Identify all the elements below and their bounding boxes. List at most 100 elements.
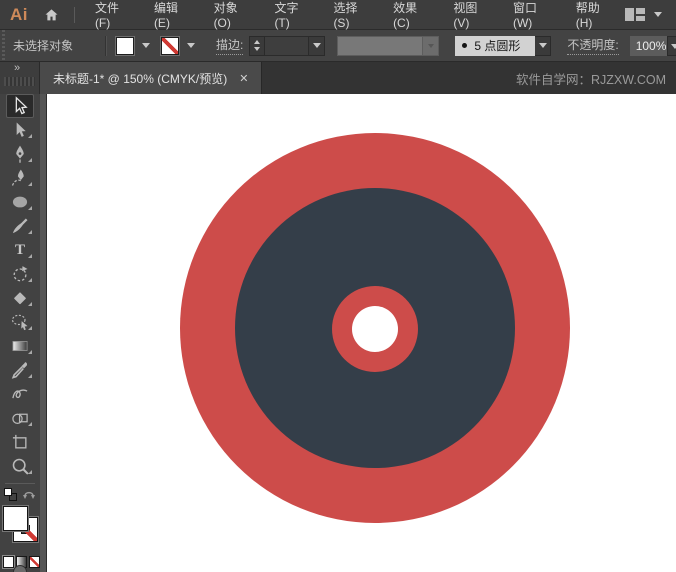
none-button[interactable]: [29, 556, 40, 568]
toolbar-dock-header: »: [0, 62, 40, 94]
width-profile-combo: [337, 36, 439, 56]
chevron-down-icon: [671, 44, 676, 49]
center-white-circle[interactable]: [352, 306, 398, 352]
fill-swatch[interactable]: [116, 37, 134, 55]
stroke-panel-link[interactable]: 描边:: [216, 36, 243, 55]
ellipse-icon: [9, 192, 31, 212]
stepper-down-icon: [254, 47, 260, 51]
fill-stroke-indicator: [0, 504, 40, 552]
lasso-icon: [9, 312, 31, 332]
workspace-icon: [625, 8, 645, 21]
zoom-magnifier-icon: [10, 456, 31, 477]
type-tool[interactable]: T: [0, 238, 40, 262]
control-bar: 未选择对象 描边: 5 点圆形 不透明度: 100%: [0, 30, 676, 62]
chevron-down-icon: [539, 43, 547, 48]
lasso-tool[interactable]: [0, 310, 40, 334]
brush-definition-combo[interactable]: 5 点圆形: [455, 36, 551, 56]
document-tab[interactable]: 未标题-1* @ 150% (CMYK/预览) ✕: [40, 62, 262, 94]
fill-color-swatch[interactable]: [3, 506, 28, 531]
shaper-icon: [9, 384, 31, 404]
menu-type[interactable]: 文字(T): [263, 0, 322, 30]
fill-dropdown-button[interactable]: [138, 37, 153, 55]
app-logo: Ai: [10, 5, 28, 25]
opacity-field[interactable]: 100%: [630, 36, 672, 56]
eraser-tool[interactable]: [0, 286, 40, 310]
width-profile-field: [337, 36, 423, 56]
panel-drag-handle[interactable]: [4, 77, 35, 86]
home-icon: [43, 7, 60, 23]
watermark-text: 软件自学网：RJZXW.COM: [516, 62, 666, 94]
menu-bar: Ai 文件(F) 编辑(E) 对象(O) 文字(T) 选择(S) 效果(C) 视…: [0, 0, 676, 30]
shape-builder-tool[interactable]: [0, 406, 40, 430]
menu-effect[interactable]: 效果(C): [382, 0, 442, 30]
eyedropper-tool[interactable]: [0, 358, 40, 382]
curvature-tool[interactable]: [0, 166, 40, 190]
brush-definition-field[interactable]: 5 点圆形: [455, 36, 535, 56]
stroke-weight-field[interactable]: [265, 36, 309, 56]
stroke-weight-dropdown[interactable]: [309, 36, 325, 56]
toolbar: T: [0, 94, 40, 572]
menu-select[interactable]: 选择(S): [322, 0, 382, 30]
menu-window[interactable]: 窗口(W): [502, 0, 565, 30]
menu-edit[interactable]: 编辑(E): [143, 0, 203, 30]
menu-object[interactable]: 对象(O): [203, 0, 264, 30]
default-fill-stroke-button[interactable]: [4, 488, 18, 502]
eraser-icon: [10, 288, 30, 308]
document-tab-title: 未标题-1* @ 150% (CMYK/预览): [53, 70, 227, 87]
home-button[interactable]: [43, 7, 60, 23]
fill-color-combo[interactable]: [116, 37, 153, 55]
brush-preview-dot-icon: [462, 43, 467, 48]
drawing-modes-button[interactable]: [13, 565, 27, 572]
fill-stroke-controls: [0, 487, 40, 504]
divider: [105, 36, 106, 56]
brush-definition-value: 5 点圆形: [474, 37, 520, 54]
paintbrush-tool[interactable]: [0, 214, 40, 238]
chevron-down-icon: [142, 43, 150, 48]
collapse-panel-button[interactable]: »: [14, 62, 19, 74]
artboard-icon: [10, 432, 30, 452]
direct-selection-arrow-icon: [10, 120, 30, 140]
selection-arrow-icon: [9, 95, 31, 117]
color-button[interactable]: [3, 556, 14, 568]
pen-tool[interactable]: [0, 142, 40, 166]
shape-builder-icon: [9, 408, 31, 428]
direct-selection-tool[interactable]: [0, 118, 40, 142]
stroke-color-combo[interactable]: [161, 37, 198, 55]
stroke-dropdown-button[interactable]: [183, 37, 198, 55]
tab-bar: » 未标题-1* @ 150% (CMYK/预览) ✕ 软件自学网：RJZXW.…: [0, 62, 676, 94]
zoom-tool[interactable]: [0, 454, 40, 478]
chevron-down-icon: [313, 43, 321, 48]
opacity-dropdown-button[interactable]: [667, 36, 676, 56]
paintbrush-icon: [10, 216, 30, 236]
rotate-tool[interactable]: [0, 262, 40, 286]
artboard-tool[interactable]: [0, 430, 40, 454]
rotate-icon: [10, 264, 30, 284]
gradient-icon: [9, 336, 31, 356]
menu-view[interactable]: 视图(V): [442, 0, 502, 30]
toolbar-divider: [5, 483, 35, 484]
selection-tool[interactable]: [0, 94, 40, 118]
chevron-down-icon: [187, 43, 195, 48]
chevron-down-icon: [654, 12, 662, 17]
width-profile-dropdown: [423, 36, 439, 56]
panel-grip[interactable]: [0, 30, 7, 61]
stroke-swatch-none[interactable]: [161, 37, 179, 55]
pen-icon: [10, 144, 30, 164]
menu-help[interactable]: 帮助(H): [565, 0, 625, 30]
artwork-circles: [180, 133, 570, 523]
workspace-switcher[interactable]: [625, 8, 662, 21]
gradient-tool[interactable]: [0, 334, 40, 358]
stroke-weight-stepper[interactable]: [249, 36, 265, 56]
ellipse-tool[interactable]: [0, 190, 40, 214]
swap-arrows-icon: [22, 489, 36, 501]
selection-status: 未选择对象: [13, 37, 95, 54]
menu-separator: [74, 7, 75, 23]
shaper-tool[interactable]: [0, 382, 40, 406]
menu-file[interactable]: 文件(F): [84, 0, 143, 30]
curvature-icon: [10, 168, 30, 188]
stepper-up-icon: [254, 40, 260, 44]
opacity-panel-link[interactable]: 不透明度:: [567, 36, 618, 55]
close-icon[interactable]: ✕: [239, 72, 248, 85]
chevron-down-icon: [428, 44, 434, 48]
brush-definition-dropdown[interactable]: [535, 36, 551, 56]
